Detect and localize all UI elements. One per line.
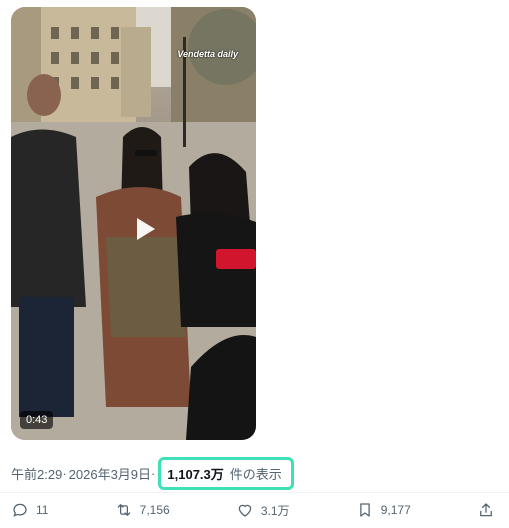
- heart-icon: [238, 504, 252, 517]
- meta-separator: ·: [62, 466, 67, 481]
- views-count: 1,107.3万: [167, 467, 224, 482]
- repost-count: 7,156: [139, 503, 170, 517]
- like-button[interactable]: 3.1万: [236, 501, 290, 519]
- reply-button[interactable]: 11: [11, 501, 48, 519]
- bookmark-count: 9,177: [380, 503, 411, 517]
- share-button[interactable]: [477, 501, 495, 519]
- bookmark-button[interactable]: 9,177: [356, 501, 411, 519]
- meta-separator: ·: [151, 466, 156, 481]
- play-icon[interactable]: [129, 212, 163, 246]
- post-time[interactable]: 午前2:29: [11, 464, 62, 483]
- action-bar: 11 7,156 3.1万 9,177: [11, 498, 495, 522]
- video-duration: 0:43: [20, 411, 54, 429]
- repost-button[interactable]: 7,156: [115, 501, 170, 519]
- video-player[interactable]: Vendetta daily 0:43: [11, 7, 256, 440]
- repost-icon: [117, 504, 130, 516]
- share-icon: [480, 503, 492, 517]
- divider: [0, 492, 509, 493]
- views-label: 件の表示: [229, 467, 282, 482]
- reply-icon: [13, 503, 27, 517]
- like-count: 3.1万: [260, 503, 290, 518]
- views-highlight: 1,107.3万 件の表示: [158, 457, 294, 490]
- video-watermark: Vendetta daily: [177, 49, 238, 59]
- bookmark-icon: [359, 503, 370, 517]
- reply-count: 11: [36, 503, 49, 517]
- post-date[interactable]: 2026年3月9日: [69, 464, 151, 483]
- post-metadata: 午前2:29 · 2026年3月9日 · 1,107.3万 件の表示: [11, 457, 294, 490]
